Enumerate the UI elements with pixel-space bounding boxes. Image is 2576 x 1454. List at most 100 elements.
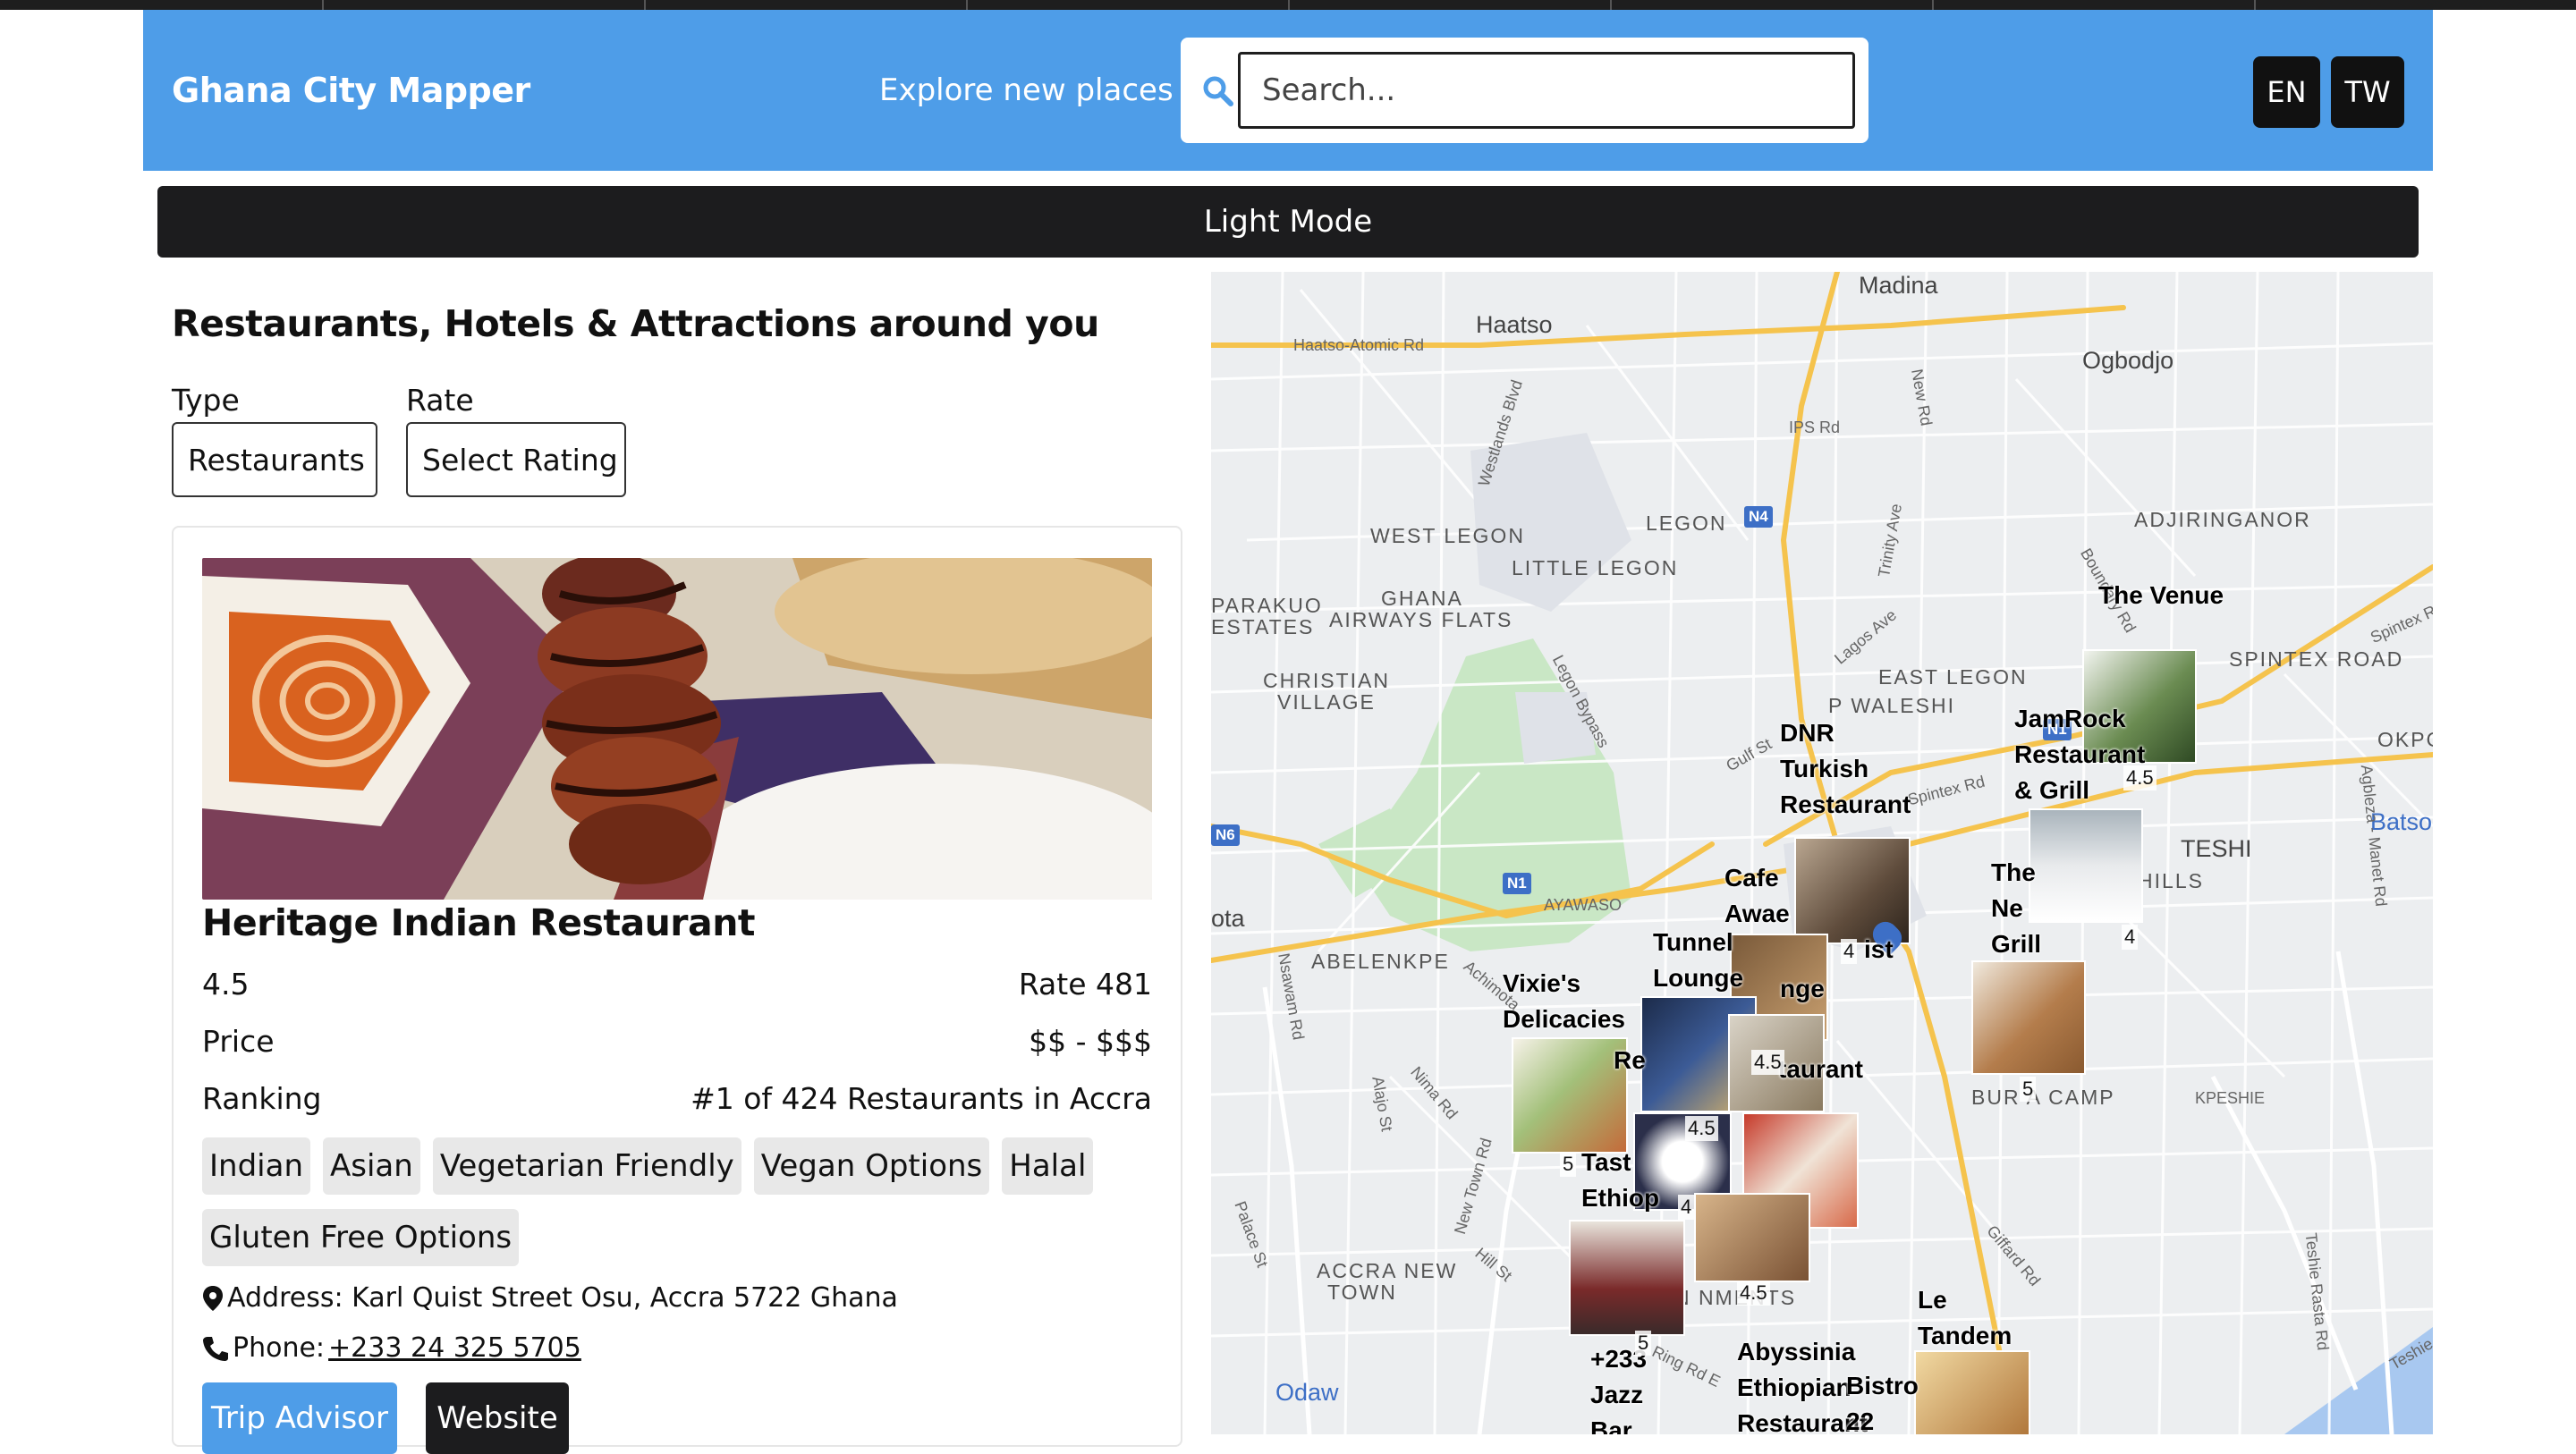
cuisine-tags: Indian Asian Vegetarian Friendly Vegan O… — [202, 1137, 1159, 1266]
map-place-label: SPINTEX ROAD — [2229, 647, 2404, 671]
tag-chip: Vegetarian Friendly — [432, 1137, 741, 1195]
map-place-label: AIRWAYS FLATS — [1329, 608, 1513, 631]
map-marker-rating: 4 — [2122, 925, 2139, 950]
app-header: Ghana City Mapper Explore new places EN … — [143, 10, 2433, 171]
map-place-label: VILLAGE — [1277, 690, 1376, 714]
rate-label: Rate — [406, 383, 474, 418]
browser-top-strip — [0, 0, 2576, 10]
price-value: $$ - $$$ — [1029, 1024, 1152, 1059]
map-marker-label[interactable]: Tast Ethiop — [1581, 1145, 1671, 1216]
map-place-label: TOWN — [1327, 1281, 1397, 1304]
map-marker-thumbnail[interactable] — [1971, 960, 2086, 1075]
place-card: Heritage Indian Restaurant 4.5 Rate 481 … — [172, 526, 1182, 1454]
map-place-label: ADJIRINGANOR — [2134, 508, 2311, 531]
map-marker-label[interactable]: Tunnel Lounge — [1653, 925, 1760, 996]
map-view[interactable]: Madina Haatso Ogbodjo WEST LEGON LEGON L… — [1211, 272, 2433, 1434]
map-marker-rating: 4.5 — [1751, 1050, 1784, 1075]
map-marker-rating: 4 — [1678, 1195, 1695, 1220]
map-marker-rating: 5 — [1635, 1331, 1652, 1356]
odaw-label: Odaw — [1275, 1379, 1339, 1406]
website-button[interactable]: Website — [426, 1382, 569, 1454]
map-marker-label[interactable]: taurant — [1778, 1052, 1863, 1087]
tag-chip: Vegan Options — [753, 1137, 990, 1195]
phone-link[interactable]: +233 24 325 5705 — [328, 1332, 581, 1364]
map-place-label: LITTLE LEGON — [1512, 556, 1679, 579]
map-marker-label[interactable]: The Venue — [2098, 578, 2224, 613]
map-place-label: GHANA — [1381, 587, 1463, 610]
type-select[interactable]: Restaurants — [172, 422, 377, 497]
rate-count: Rate 481 — [1018, 967, 1152, 1002]
map-marker-label[interactable]: Le Tandem — [1918, 1282, 2043, 1354]
map-place-label: BUR A CAMP — [1971, 1086, 2115, 1109]
map-marker-thumbnail[interactable] — [2029, 808, 2143, 923]
map-place-label: WEST LEGON — [1370, 524, 1525, 547]
map-marker-label[interactable]: Cafe Awae — [1724, 860, 1805, 932]
tag-chip: Asian — [323, 1137, 420, 1195]
phone-label: Phone: — [233, 1332, 326, 1364]
map-place-label: P WALESHI — [1828, 694, 1955, 717]
map-place-label: ota — [1211, 905, 1245, 932]
map-marker-label[interactable]: +233 Jazz Bar — [1590, 1341, 1671, 1434]
tag-chip: Halal — [1002, 1137, 1094, 1195]
rate-select[interactable]: Select Rating — [406, 422, 626, 497]
rate-select-value: Select Rating — [422, 442, 618, 478]
map-place-label: ESTATES — [1211, 615, 1315, 638]
map-marker-thumbnail[interactable] — [1694, 1193, 1810, 1282]
rating-value: 4.5 — [202, 967, 250, 1002]
map-marker-label[interactable]: JamRock Restaurant & Grill — [2014, 701, 2148, 808]
highway-shield: N4 — [1744, 506, 1773, 528]
map-place-label: PARAKUO — [1211, 594, 1323, 617]
map-marker-label[interactable]: DNR Turkish Restaurant — [1780, 715, 1914, 823]
map-place-label: KPESHIE — [2195, 1089, 2266, 1107]
phone-icon — [203, 1336, 228, 1361]
map-place-label: Madina — [1859, 272, 1938, 299]
map-marker-thumbnail[interactable] — [1569, 1220, 1685, 1336]
highway-shield: N6 — [1211, 824, 1240, 846]
map-place-label: LEGON — [1646, 511, 1727, 535]
map-place-label: Haatso — [1476, 311, 1553, 338]
map-place-label: ABELENKPE — [1311, 950, 1450, 973]
map-marker-label[interactable]: nge — [1780, 971, 1825, 1007]
language-en-button[interactable]: EN — [2253, 56, 2320, 128]
map-marker-rating: 4.5 — [1737, 1281, 1770, 1306]
theme-toggle-button[interactable]: Light Mode — [157, 186, 2419, 258]
map-place-label: ACCRA NEW — [1317, 1259, 1458, 1282]
map-marker-label[interactable]: The Ne Grill — [1991, 855, 2045, 962]
search-input[interactable] — [1238, 52, 1855, 129]
search-container — [1181, 38, 1868, 143]
map-place-label: Ogbodjo — [2082, 347, 2174, 374]
map-marker-label[interactable]: Re — [1614, 1043, 1646, 1078]
search-icon[interactable] — [1200, 73, 1236, 109]
map-marker-label[interactable]: ist — [1864, 932, 1894, 968]
map-place-label: CHRISTIAN — [1263, 669, 1390, 692]
type-label: Type — [172, 383, 240, 418]
location-pin-icon — [203, 1285, 223, 1311]
brand-title[interactable]: Ghana City Mapper — [172, 71, 530, 110]
address-text: Address: Karl Quist Street Osu, Accra 57… — [227, 1282, 898, 1314]
highway-shield: N1 — [1503, 873, 1531, 894]
map-marker-label[interactable]: Bistro 22 — [1846, 1368, 1919, 1434]
map-place-label: TESHI — [2181, 835, 2252, 862]
language-tw-button[interactable]: TW — [2331, 56, 2404, 128]
tag-chip: Indian — [202, 1137, 310, 1195]
ranking-row: Ranking #1 of 424 Restaurants in Accra — [202, 1081, 1152, 1116]
price-label: Price — [202, 1024, 275, 1059]
map-marker-rating: 5 — [1560, 1152, 1577, 1177]
map-place-label: OKPOI G — [2377, 728, 2433, 751]
rating-row: 4.5 Rate 481 — [202, 967, 1152, 1002]
map-place-label: EAST LEGON — [1878, 665, 2028, 689]
map-marker-label[interactable]: Vixie's Delicacies — [1503, 966, 1646, 1037]
map-road-label: Haatso-Atomic Rd — [1293, 336, 1425, 354]
section-heading: Restaurants, Hotels & Attractions around… — [172, 302, 1099, 345]
map-place-label: AYAWASO — [1544, 896, 1623, 914]
tagline: Explore new places — [879, 72, 1174, 108]
map-marker-rating: 5 — [2020, 1077, 2037, 1102]
trip-advisor-button[interactable]: Trip Advisor — [202, 1382, 397, 1454]
map-road-label: IPS Rd — [1789, 418, 1841, 436]
map-marker-rating: 4.5 — [1685, 1116, 1718, 1141]
type-select-value: Restaurants — [188, 442, 365, 478]
map-marker-rating: 4 — [1841, 939, 1858, 964]
address-line: Address: Karl Quist Street Osu, Accra 57… — [202, 1282, 898, 1314]
map-marker-thumbnail[interactable] — [1512, 1037, 1628, 1154]
map-marker-thumbnail[interactable] — [1914, 1350, 2030, 1434]
